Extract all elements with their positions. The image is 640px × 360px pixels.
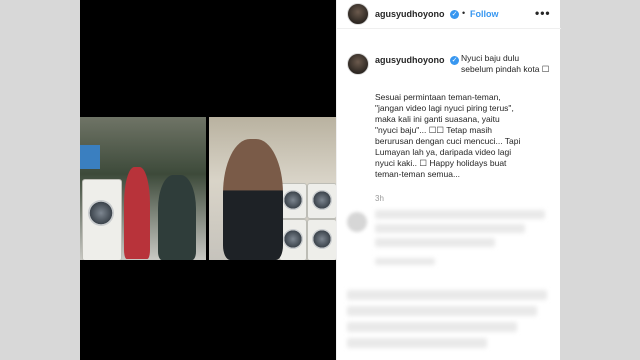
- person-red-jacket: [124, 167, 150, 259]
- post-media[interactable]: [80, 0, 336, 360]
- blurred-comment: [375, 238, 495, 247]
- more-options-icon[interactable]: •••: [535, 6, 551, 20]
- laundromat-photo-right: [209, 117, 336, 260]
- blurred-comment: [347, 338, 487, 348]
- post-header: agusyudhoyono ✓ • Follow •••: [337, 0, 561, 29]
- washer-door: [312, 190, 332, 210]
- post-sidebar: agusyudhoyono ✓ • Follow ••• agusyudhoyo…: [336, 0, 561, 360]
- blurred-comment: [375, 224, 525, 233]
- shelf-items: [80, 145, 100, 169]
- washing-machine: [279, 183, 307, 219]
- avatar[interactable]: [347, 3, 369, 25]
- blurred-avatar: [347, 212, 367, 232]
- washer-door: [88, 200, 114, 226]
- caption-avatar[interactable]: [347, 53, 369, 75]
- washer-door: [312, 229, 332, 249]
- washing-machine: [279, 219, 307, 260]
- person-selfie: [223, 139, 283, 260]
- instagram-post: agusyudhoyono ✓ • Follow ••• agusyudhoyo…: [80, 0, 561, 360]
- blurred-comment-meta: [375, 258, 435, 265]
- washing-machine: [307, 219, 336, 260]
- washer-door: [283, 229, 303, 249]
- follow-button[interactable]: Follow: [470, 9, 499, 19]
- blurred-comment: [375, 210, 545, 219]
- washing-machine: [307, 183, 336, 219]
- caption-username[interactable]: agusyudhoyono: [375, 55, 445, 65]
- username[interactable]: agusyudhoyono: [375, 9, 445, 19]
- washer-door: [283, 190, 303, 210]
- washing-machine: [82, 179, 122, 260]
- blurred-comment: [347, 322, 517, 332]
- caption-intro: Nyuci baju dulu sebelum pindah kota ☐: [461, 53, 550, 74]
- blurred-comment: [347, 306, 537, 316]
- laundromat-photo-left: [80, 117, 206, 260]
- blurred-comment: [347, 290, 547, 300]
- caption-body: Sesuai permintaan teman-teman, "jangan v…: [375, 92, 521, 179]
- verified-badge-icon: ✓: [450, 10, 459, 19]
- verified-badge-icon: ✓: [450, 56, 459, 65]
- person-dark-jacket: [158, 175, 196, 260]
- separator-dot: •: [462, 8, 466, 18]
- post-timestamp[interactable]: 3h: [375, 194, 384, 203]
